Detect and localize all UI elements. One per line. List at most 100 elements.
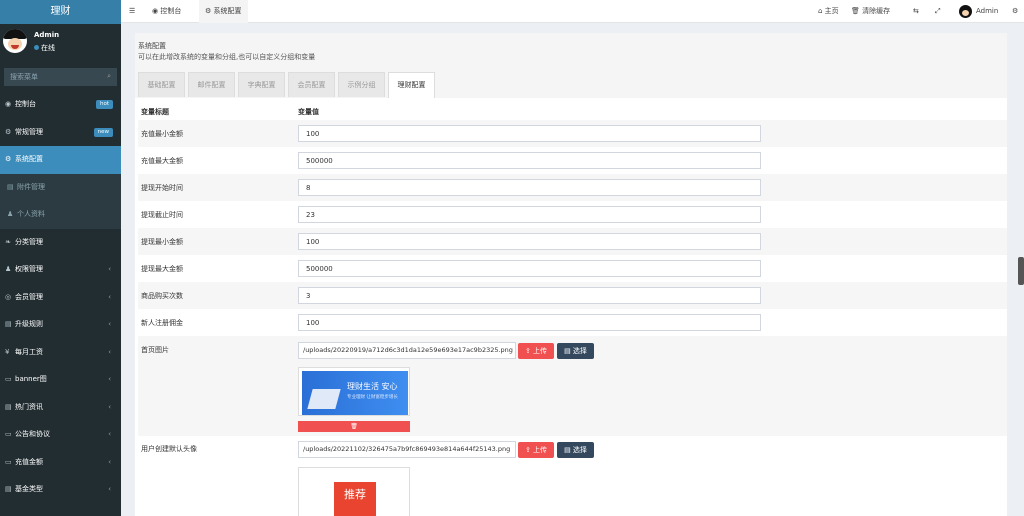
list-icon: ▤: [5, 320, 12, 328]
trash-icon: 🗑: [851, 7, 863, 15]
row-label: 用户创建默认头像: [141, 445, 197, 453]
recommend-ribbon: 推荐: [334, 482, 376, 516]
user-status: 在线: [34, 43, 55, 53]
topbar: ☰ ◉ 控制台 ⚙ 系统配置 ⌂ 主页 🗑 清除缓存 ⇆ ⤢ Admin ⚙: [121, 0, 1024, 23]
sidebar-item-system-config[interactable]: ⚙ 系统配置: [0, 146, 121, 174]
main-content: 系统配置 可以在此增改系统的变量和分组,也可以自定义分组和变量 基础配置 邮件配…: [135, 33, 1007, 516]
group-icon: ♟: [5, 265, 12, 273]
upload-button[interactable]: ⇪ 上传: [518, 343, 554, 359]
delete-image-button[interactable]: 🗑: [298, 421, 410, 432]
row-label: 提现最小金额: [141, 238, 183, 246]
table-row: 提现截止时间: [138, 201, 1007, 228]
search-icon[interactable]: ⌕: [107, 72, 111, 81]
sidebar-item-label: 每月工资: [15, 347, 43, 356]
home-link[interactable]: ⌂ 主页: [818, 0, 839, 23]
sidebar-item-profile[interactable]: ♟ 个人资料: [0, 201, 121, 229]
online-dot-icon: [34, 45, 39, 50]
home-icon: ⌂: [818, 7, 825, 15]
chevron-left-icon: ‹: [108, 265, 111, 273]
tab-member[interactable]: 会员配置: [288, 72, 335, 97]
tab-basic[interactable]: 基础配置: [138, 72, 185, 97]
app-logo[interactable]: 理财: [0, 0, 121, 24]
tab-email[interactable]: 邮件配置: [188, 72, 235, 97]
chevron-left-icon: ‹: [108, 347, 111, 356]
sidebar-item-member[interactable]: ◎ 会员管理 ‹: [0, 284, 121, 312]
min-withdraw-input[interactable]: [298, 233, 761, 250]
gear-icon: ⚙: [205, 7, 214, 15]
sidebar-item-upgrade-rules[interactable]: ▤ 升级规则 ‹: [0, 311, 121, 339]
settings-icon[interactable]: ⚙: [1012, 0, 1018, 23]
money-icon: ▭: [5, 457, 12, 466]
table-row: 充值最小金额: [138, 120, 1007, 147]
chevron-left-icon: ‹: [108, 457, 111, 466]
row-label: 首页图片: [141, 346, 169, 354]
tab-label: 系统配置: [213, 7, 242, 15]
attachment-icon: ▤: [7, 182, 14, 191]
sidebar-item-label: 会员管理: [15, 292, 43, 301]
sidebar-item-label: 升级规则: [15, 320, 43, 328]
min-recharge-input[interactable]: [298, 125, 761, 142]
sidebar-item-general[interactable]: ⚙ 常规管理 new: [0, 119, 121, 147]
sidebar-item-auth[interactable]: ♟ 权限管理 ‹: [0, 256, 121, 284]
user-menu[interactable]: Admin: [959, 0, 998, 23]
column-header-title: 变量标题: [141, 108, 169, 116]
leaf-icon: ❧: [5, 237, 11, 246]
homepage-image-thumbnail[interactable]: 理财生活 安心 专业理财 让财富稳步增长: [298, 367, 410, 416]
max-recharge-input[interactable]: [298, 152, 761, 169]
homepage-image-path[interactable]: /uploads/20220919/a712d6c3d1da12e59e693e…: [298, 342, 516, 359]
sidebar-item-label: 充值金额: [15, 457, 43, 466]
user-name: Admin: [34, 31, 60, 39]
sidebar-item-label: 个人资料: [17, 210, 45, 218]
sidebar-item-hot-news[interactable]: ▤ 热门资讯 ‹: [0, 394, 121, 422]
scrollbar-thumb[interactable]: [1018, 257, 1024, 285]
select-label: 选择: [572, 446, 587, 454]
sidebar-item-banner[interactable]: ▭ banner图 ‹: [0, 366, 121, 394]
signup-bonus-input[interactable]: [298, 314, 761, 331]
upload-button[interactable]: ⇪ 上传: [518, 442, 554, 458]
sidebar-item-label: 基金类型: [15, 485, 43, 493]
purchase-count-input[interactable]: [298, 287, 761, 304]
fullscreen-icon[interactable]: ⤢: [935, 0, 941, 23]
row-label: 充值最大金额: [141, 157, 183, 165]
chevron-left-icon: ‹: [108, 402, 111, 411]
fund-icon: ▤: [5, 485, 12, 493]
chevron-left-icon: ‹: [108, 375, 111, 383]
max-withdraw-input[interactable]: [298, 260, 761, 277]
avatar: [959, 4, 972, 18]
table-row: 提现最小金额: [138, 228, 1007, 255]
sidebar-search: ⌕: [4, 68, 117, 86]
sidebar-item-dashboard[interactable]: ◉ 控制台 hot: [0, 91, 121, 119]
notice-icon: ▭: [5, 430, 12, 438]
sidebar-item-monthly-salary[interactable]: ¥ 每月工资 ‹: [0, 339, 121, 367]
sidebar-item-fund-type[interactable]: ▤ 基金类型 ‹: [0, 476, 121, 504]
default-avatar-thumbnail[interactable]: 推荐: [298, 467, 410, 516]
sidebar-item-notice[interactable]: ▭ 公告和协议 ‹: [0, 421, 121, 449]
member-icon: ◎: [5, 292, 12, 301]
tab-system-config[interactable]: ⚙ 系统配置: [199, 0, 248, 23]
tab-finance[interactable]: 理财配置: [388, 72, 435, 98]
sidebar-item-label: 附件管理: [17, 182, 45, 191]
tab-dictionary[interactable]: 字典配置: [238, 72, 285, 97]
translate-icon[interactable]: ⇆: [913, 0, 919, 23]
user-icon: ♟: [7, 210, 14, 218]
sidebar-item-label: 公告和协议: [15, 430, 50, 438]
menu-toggle-icon[interactable]: ☰: [129, 0, 135, 23]
select-button[interactable]: ▤ 选择: [557, 442, 594, 458]
search-input[interactable]: [4, 68, 117, 86]
withdraw-start-input[interactable]: [298, 179, 761, 196]
default-avatar-path[interactable]: /uploads/20221102/326475a7b9fc869493e814…: [298, 441, 516, 458]
tab-example[interactable]: 示例分组: [338, 72, 385, 97]
clear-cache-button[interactable]: 🗑 清除缓存: [851, 0, 890, 23]
table-row: 新人注册佣金: [138, 309, 1007, 336]
select-label: 选择: [572, 347, 587, 355]
avatar: [3, 29, 27, 53]
sidebar-item-label: 系统配置: [15, 155, 43, 163]
sidebar-item-label: 常规管理: [15, 127, 43, 136]
withdraw-end-input[interactable]: [298, 206, 761, 223]
sidebar-item-category[interactable]: ❧ 分类管理: [0, 229, 121, 257]
sidebar-item-recharge[interactable]: ▭ 充值金额 ‹: [0, 449, 121, 477]
table-header: 变量标题 变量值: [138, 98, 1007, 120]
select-button[interactable]: ▤ 选择: [557, 343, 594, 359]
tab-dashboard[interactable]: ◉ 控制台: [152, 0, 181, 23]
sidebar-item-attachment[interactable]: ▤ 附件管理: [0, 173, 121, 201]
